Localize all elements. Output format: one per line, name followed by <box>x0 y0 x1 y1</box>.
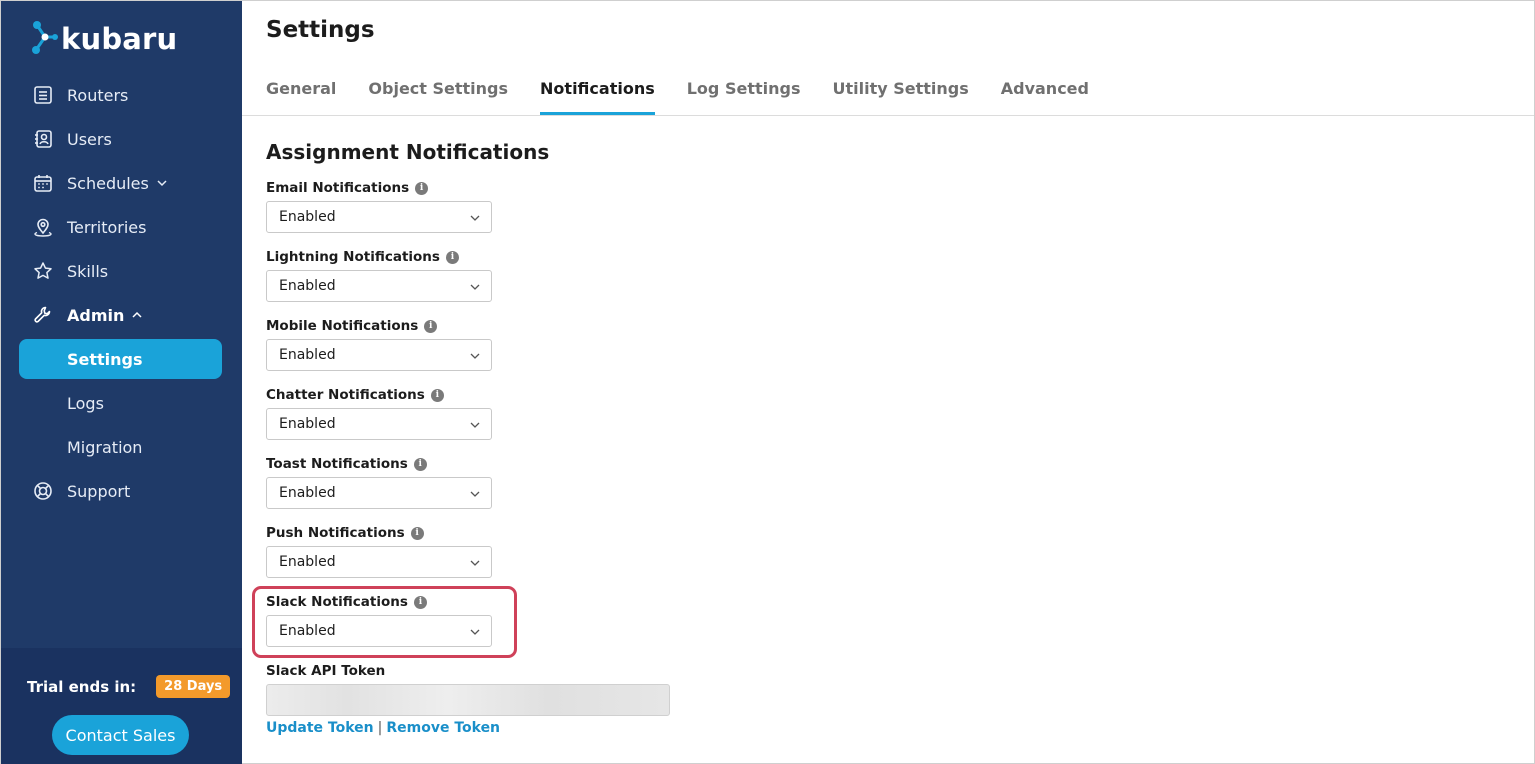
chevron-down-icon <box>156 177 168 189</box>
sidebar-item-migration[interactable]: Migration <box>67 438 142 457</box>
sidebar-item-logs[interactable]: Logs <box>67 394 104 413</box>
sidebar-item-label: Users <box>67 129 112 149</box>
trial-days-badge: 28 Days <box>156 675 231 698</box>
chevron-down-icon <box>469 419 481 431</box>
field-label-text: Slack Notifications <box>266 594 408 610</box>
chevron-down-icon <box>469 488 481 500</box>
tabs-divider <box>242 115 1534 116</box>
chatter-notifications-label: Chatter Notifications i <box>266 387 444 403</box>
chevron-up-icon <box>131 309 143 321</box>
slack-notifications-label: Slack Notifications i <box>266 594 427 610</box>
settings-tabs: General Object Settings Notifications Lo… <box>266 75 1121 115</box>
sidebar-item-label: Migration <box>67 438 143 457</box>
tab-log-settings[interactable]: Log Settings <box>687 75 801 115</box>
wrench-icon <box>33 305 53 325</box>
select-value: Enabled <box>279 485 336 501</box>
chevron-down-icon <box>469 212 481 224</box>
lightning-notifications-label: Lightning Notifications i <box>266 249 459 265</box>
tab-object-settings[interactable]: Object Settings <box>368 75 508 115</box>
select-value: Enabled <box>279 278 336 294</box>
field-label-text: Lightning Notifications <box>266 249 440 265</box>
sidebar-item-label: Territories <box>67 217 147 237</box>
select-value: Enabled <box>279 554 336 570</box>
page-title: Settings <box>266 17 375 43</box>
trial-label: Trial ends in: <box>27 677 137 696</box>
sidebar-item-label: Skills <box>67 261 109 281</box>
remove-token-link[interactable]: Remove Token <box>386 720 500 736</box>
tab-notifications[interactable]: Notifications <box>540 75 655 115</box>
field-label-text: Chatter Notifications <box>266 387 425 403</box>
tab-general[interactable]: General <box>266 75 336 115</box>
select-value: Enabled <box>279 416 336 432</box>
select-value: Enabled <box>279 209 336 225</box>
mobile-notifications-select[interactable]: Enabled <box>266 339 492 371</box>
section-title: Assignment Notifications <box>266 140 550 164</box>
sidebar-item-users[interactable]: Users <box>33 127 112 151</box>
info-icon[interactable]: i <box>413 457 427 471</box>
chatter-notifications-select[interactable]: Enabled <box>266 408 492 440</box>
logo-text: kubaru <box>61 22 178 56</box>
tab-utility-settings[interactable]: Utility Settings <box>832 75 968 115</box>
toast-notifications-label: Toast Notifications i <box>266 456 427 472</box>
slack-api-token-field[interactable] <box>266 684 670 716</box>
sidebar-item-label: Admin <box>67 305 125 325</box>
field-label-text: Toast Notifications <box>266 456 408 472</box>
sidebar-item-label: Routers <box>67 85 129 105</box>
field-label-text: Email Notifications <box>266 180 410 196</box>
select-value: Enabled <box>279 347 336 363</box>
sidebar-item-settings[interactable]: Settings <box>19 339 222 379</box>
chevron-down-icon <box>469 281 481 293</box>
sidebar-item-schedules[interactable]: Schedules <box>33 171 168 195</box>
sidebar-item-routers[interactable]: Routers <box>33 83 128 107</box>
info-icon[interactable]: i <box>430 388 444 402</box>
token-actions: Update Token | Remove Token <box>266 720 500 736</box>
slack-notifications-select[interactable]: Enabled <box>266 615 492 647</box>
email-notifications-label: Email Notifications i <box>266 180 429 196</box>
app-window: kubaru Routers Users Schedules Territori… <box>0 0 1535 764</box>
sidebar-item-territories[interactable]: Territories <box>33 215 146 239</box>
sidebar-item-admin[interactable]: Admin <box>33 303 143 327</box>
info-icon[interactable]: i <box>424 319 438 333</box>
tab-advanced[interactable]: Advanced <box>1001 75 1089 115</box>
calendar-icon <box>33 173 53 193</box>
toast-notifications-select[interactable]: Enabled <box>266 477 492 509</box>
info-icon[interactable]: i <box>410 526 424 540</box>
lightning-notifications-select[interactable]: Enabled <box>266 270 492 302</box>
mobile-notifications-label: Mobile Notifications i <box>266 318 438 334</box>
kubaru-logo-icon <box>31 19 59 59</box>
sidebar-item-label: Settings <box>67 349 143 369</box>
field-label-text: Push Notifications <box>266 525 405 541</box>
info-icon[interactable]: i <box>415 181 429 195</box>
field-label-text: Mobile Notifications <box>266 318 419 334</box>
star-icon <box>33 261 53 281</box>
logo[interactable]: kubaru <box>31 19 177 59</box>
users-icon <box>33 129 53 149</box>
map-pin-icon <box>33 217 53 237</box>
sidebar-item-label: Logs <box>67 394 104 413</box>
sidebar-item-label: Support <box>67 481 131 501</box>
update-token-link[interactable]: Update Token <box>266 720 374 736</box>
chevron-down-icon <box>469 350 481 362</box>
sidebar: kubaru Routers Users Schedules Territori… <box>1 1 242 764</box>
sidebar-item-support[interactable]: Support <box>33 479 130 503</box>
trial-status: Trial ends in: 28 Days <box>27 675 231 698</box>
info-icon[interactable]: i <box>445 250 459 264</box>
field-label-text: Slack API Token <box>266 663 386 679</box>
select-value: Enabled <box>279 623 336 639</box>
sidebar-item-skills[interactable]: Skills <box>33 259 108 283</box>
routers-icon <box>33 85 53 105</box>
sidebar-item-label: Schedules <box>67 173 149 193</box>
contact-sales-button[interactable]: Contact Sales <box>52 715 189 755</box>
token-separator: | <box>377 720 383 736</box>
lifebuoy-icon <box>33 481 53 501</box>
email-notifications-select[interactable]: Enabled <box>266 201 492 233</box>
info-icon[interactable]: i <box>413 595 427 609</box>
push-notifications-select[interactable]: Enabled <box>266 546 492 578</box>
main-content: Settings General Object Settings Notific… <box>242 1 1534 764</box>
push-notifications-label: Push Notifications i <box>266 525 424 541</box>
chevron-down-icon <box>469 626 481 638</box>
chevron-down-icon <box>469 557 481 569</box>
slack-api-token-label: Slack API Token <box>266 663 385 679</box>
